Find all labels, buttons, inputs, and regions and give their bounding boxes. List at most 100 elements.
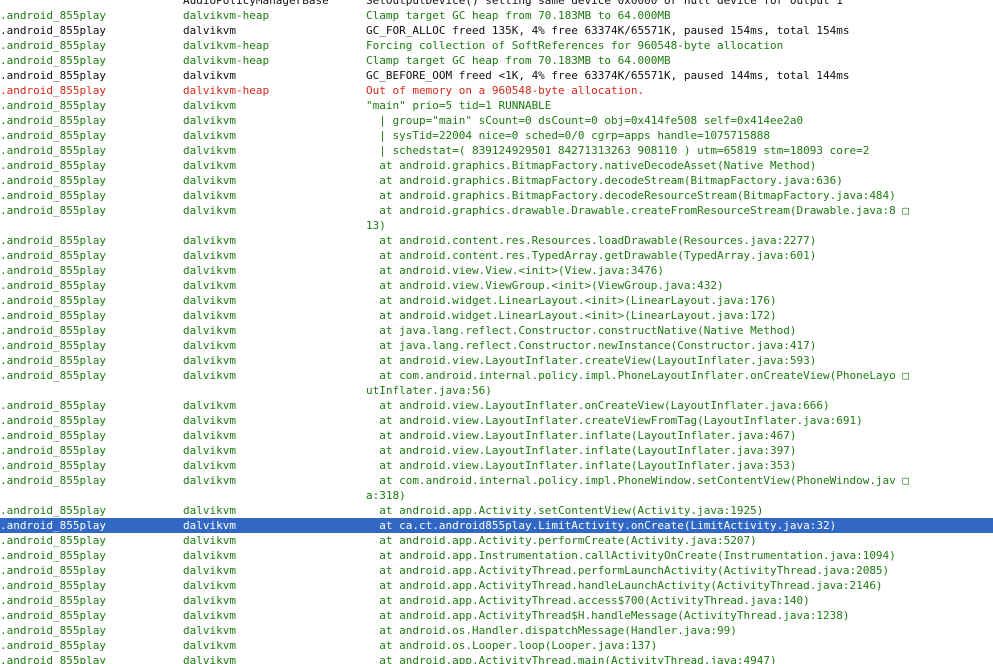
- log-row[interactable]: .android_855play dalvikvm-heap Clamp targe…: [0, 53, 993, 68]
- log-tag: dalvikvm: [183, 99, 236, 112]
- log-application: .android_855play: [0, 279, 106, 292]
- log-message: | group="main" sCount=0 dsCount=0 obj=0x…: [366, 114, 804, 127]
- log-row[interactable]: .android_855play dalvikvm at java.lang.re…: [0, 338, 993, 353]
- log-row[interactable]: .android_855play dalvikvm at android.grap…: [0, 173, 993, 188]
- log-application: .android_855play: [0, 579, 106, 592]
- log-application: .android_855play: [0, 39, 106, 52]
- log-row[interactable]: .android_855play dalvikvm GC_BEFORE_OOM fr…: [0, 68, 993, 83]
- log-row[interactable]: .android_855play dalvikvm at android.grap…: [0, 158, 993, 173]
- log-row[interactable]: .android_855play dalvikvm at android.grap…: [0, 188, 993, 203]
- log-message: at android.graphics.drawable.Drawable.cr…: [366, 204, 910, 217]
- log-tag: dalvikvm: [183, 504, 236, 517]
- log-row[interactable]: .android_855play dalvikvm at android.view…: [0, 263, 993, 278]
- log-row[interactable]: .android_855play dalvikvm at android.app.…: [0, 653, 993, 664]
- log-message: at ca.ct.android855play.LimitActivity.on…: [366, 519, 837, 532]
- log-tag: dalvikvm: [183, 399, 236, 412]
- log-row[interactable]: .android_855play dalvikvm at android.os.L…: [0, 638, 993, 653]
- log-tag: dalvikvm: [183, 234, 236, 247]
- log-application: .android_855play: [0, 294, 106, 307]
- log-row[interactable]: .android_855play dalvikvm at android.os.H…: [0, 623, 993, 638]
- log-application: .android_855play: [0, 444, 106, 457]
- log-row-continuation[interactable]: 13): [0, 218, 993, 233]
- log-row[interactable]: .android_855play dalvikvm at android.app.…: [0, 533, 993, 548]
- log-tag: dalvikvm: [183, 519, 236, 532]
- log-message: | schedstat=( 839124929501 84271313263 9…: [366, 144, 870, 157]
- log-row[interactable]: .android_855play dalvikvm-heap Out of memo…: [0, 83, 993, 98]
- log-row[interactable]: .android_855play dalvikvm at android.widg…: [0, 308, 993, 323]
- log-application: .android_855play: [0, 654, 106, 664]
- log-message: at android.widget.LinearLayout.<init>(Li…: [366, 294, 777, 307]
- log-application: .android_855play: [0, 144, 106, 157]
- log-application: .android_855play: [0, 399, 106, 412]
- log-row[interactable]: .android_855play dalvikvm at android.app.…: [0, 503, 993, 518]
- log-message: GC_BEFORE_OOM freed <1K, 4% free 63374K/…: [366, 69, 850, 82]
- log-row[interactable]: .android_855play dalvikvm at android.grap…: [0, 203, 993, 218]
- log-message: at com.android.internal.policy.impl.Phon…: [366, 474, 910, 487]
- log-row[interactable]: .android_855play dalvikvm at android.view…: [0, 443, 993, 458]
- log-application: .android_855play: [0, 519, 106, 532]
- log-application: .android_855play: [0, 159, 106, 172]
- log-tag: dalvikvm-heap: [183, 9, 270, 22]
- log-row[interactable]: .android_855play dalvikvm at android.app.…: [0, 593, 993, 608]
- log-row[interactable]: .android_855play dalvikvm at android.view…: [0, 398, 993, 413]
- log-row[interactable]: .android_855play dalvikvm GC_FOR_ALLOC fre…: [0, 23, 993, 38]
- log-row[interactable]: .android_855play dalvikvm at java.lang.re…: [0, 323, 993, 338]
- log-row[interactable]: .android_855play dalvikvm at android.view…: [0, 353, 993, 368]
- log-row[interactable]: .android_855play dalvikvm at android.cont…: [0, 248, 993, 263]
- log-row[interactable]: .android_855play dalvikvm | schedstat=( 8…: [0, 143, 993, 158]
- log-message: at android.view.LayoutInflater.inflate(L…: [366, 429, 797, 442]
- log-row[interactable]: .android_855play dalvikvm at android.app.…: [0, 548, 993, 563]
- log-application: .android_855play: [0, 609, 106, 622]
- log-row[interactable]: .android_855play dalvikvm | group="main" …: [0, 113, 993, 128]
- log-application: .android_855play: [0, 309, 106, 322]
- log-message: SetOutputDevice() setting same device 0x…: [366, 0, 843, 7]
- log-application: .android_855play: [0, 429, 106, 442]
- log-row[interactable]: .android_855play dalvikvm "main" prio=5 ti…: [0, 98, 993, 113]
- log-application: .android_855play: [0, 369, 106, 382]
- log-application: .android_855play: [0, 84, 106, 97]
- log-rows: AudioPolicyManagerBase SetOutputDevice() …: [0, 0, 993, 664]
- log-message: at android.app.ActivityThread$H.handleMe…: [366, 609, 850, 622]
- log-row[interactable]: .android_855play dalvikvm at android.view…: [0, 278, 993, 293]
- log-row-selected[interactable]: .android_855play dalvikvm at ca.ct.androi…: [0, 518, 993, 533]
- log-message: at android.view.ViewGroup.<init>(ViewGro…: [366, 279, 724, 292]
- log-row[interactable]: .android_855play dalvikvm at com.android.…: [0, 473, 993, 488]
- log-row[interactable]: .android_855play dalvikvm at android.view…: [0, 458, 993, 473]
- log-message: at android.content.res.TypedArray.getDra…: [366, 249, 817, 262]
- log-row[interactable]: .android_855play dalvikvm at android.app.…: [0, 608, 993, 623]
- logcat-panel: AudioPolicyManagerBase SetOutputDevice() …: [0, 0, 993, 664]
- log-row[interactable]: .android_855play dalvikvm at android.widg…: [0, 293, 993, 308]
- log-message: at android.graphics.BitmapFactory.decode…: [366, 189, 896, 202]
- log-message: GC_FOR_ALLOC freed 135K, 4% free 63374K/…: [366, 24, 850, 37]
- log-message: at android.app.ActivityThread.main(Activ…: [366, 654, 777, 664]
- log-tag: AudioPolicyManagerBase: [183, 0, 329, 7]
- log-row-continuation[interactable]: utInflater.java:56): [0, 383, 993, 398]
- log-message-continuation: utInflater.java:56): [366, 384, 492, 397]
- log-application: .android_855play: [0, 69, 106, 82]
- log-message-continuation: a:318): [366, 489, 406, 502]
- log-tag: dalvikvm: [183, 174, 236, 187]
- log-row[interactable]: .android_855play dalvikvm at android.app.…: [0, 578, 993, 593]
- log-message: at android.app.ActivityThread.access$700…: [366, 594, 810, 607]
- log-row[interactable]: .android_855play dalvikvm at android.view…: [0, 413, 993, 428]
- log-tag: dalvikvm: [183, 579, 236, 592]
- log-row[interactable]: .android_855play dalvikvm at com.android.…: [0, 368, 993, 383]
- log-application: .android_855play: [0, 249, 106, 262]
- log-row[interactable]: .android_855play dalvikvm at android.view…: [0, 428, 993, 443]
- log-row[interactable]: .android_855play dalvikvm-heap Clamp targe…: [0, 8, 993, 23]
- log-row[interactable]: AudioPolicyManagerBase SetOutputDevice() …: [0, 0, 993, 8]
- log-row[interactable]: .android_855play dalvikvm at android.app.…: [0, 563, 993, 578]
- log-message: at android.content.res.Resources.loadDra…: [366, 234, 817, 247]
- log-row[interactable]: .android_855play dalvikvm at android.cont…: [0, 233, 993, 248]
- log-application: .android_855play: [0, 624, 106, 637]
- log-row[interactable]: .android_855play dalvikvm | sysTid=22004 …: [0, 128, 993, 143]
- log-row[interactable]: .android_855play dalvikvm-heap Forcing col…: [0, 38, 993, 53]
- log-application: .android_855play: [0, 264, 106, 277]
- log-tag: dalvikvm: [183, 114, 236, 127]
- log-tag: dalvikvm: [183, 474, 236, 487]
- log-tag: dalvikvm: [183, 339, 236, 352]
- log-tag: dalvikvm: [183, 594, 236, 607]
- log-application: .android_855play: [0, 354, 106, 367]
- log-message: at android.view.LayoutInflater.inflate(L…: [366, 459, 797, 472]
- log-row-continuation[interactable]: a:318): [0, 488, 993, 503]
